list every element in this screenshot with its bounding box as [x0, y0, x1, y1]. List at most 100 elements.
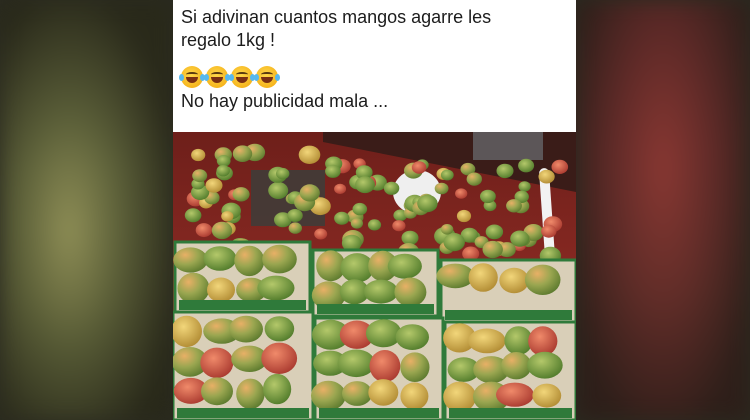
mango-icon: [177, 272, 210, 304]
box-label-strip-icon: [177, 408, 309, 418]
post-caption: Si adivinan cuantos mangos agarre les re…: [179, 6, 571, 113]
mango-icon: [261, 342, 298, 374]
mango-icon: [367, 219, 382, 231]
mango-icon: [311, 380, 346, 411]
mango-icon: [368, 379, 399, 406]
mango-icon: [383, 181, 400, 195]
mango-icon: [499, 267, 529, 294]
mango-icon: [232, 145, 253, 162]
mango-icon: [394, 277, 427, 307]
mango-icon: [400, 352, 430, 382]
caption-line-1: Si adivinan cuantos mangos agarre les: [181, 7, 492, 27]
mango-icon: [443, 233, 465, 252]
post-photo: [173, 132, 576, 420]
mango-icon: [411, 161, 427, 174]
mango-icon: [417, 194, 438, 213]
mango-icon: [257, 275, 295, 301]
mango-icon: [229, 315, 263, 343]
mango-icon: [524, 264, 561, 295]
mango-icon: [211, 221, 233, 240]
mango-icon: [510, 230, 530, 247]
rolling-on-floor-laughing-emoji-icon: [179, 66, 205, 88]
caption-line-2: regalo 1kg !: [181, 30, 276, 50]
mango-icon: [466, 172, 482, 186]
mango-icon: [203, 246, 237, 271]
mango-icon: [236, 378, 265, 410]
box-label-strip-icon: [319, 408, 439, 418]
social-post-card: Si adivinan cuantos mangos agarre les re…: [173, 0, 576, 420]
mango-icon: [314, 228, 328, 240]
mango-icon: [532, 383, 562, 408]
mango-icon: [184, 208, 202, 223]
joy-emoji-icon: [254, 66, 280, 88]
mango-icon: [440, 224, 454, 235]
mango-icon: [482, 240, 503, 259]
mango-icon: [365, 319, 402, 348]
mango-icon: [195, 223, 213, 238]
mangos-in-truck-photo: [173, 132, 576, 420]
mango-icon: [455, 188, 468, 199]
mango-icon: [191, 148, 206, 162]
mango-icon: [352, 202, 368, 216]
mango-icon: [518, 181, 531, 192]
mango-icon: [325, 164, 341, 178]
rolling-on-floor-laughing-emoji-icon: [229, 66, 255, 88]
blurred-background-right: [576, 0, 750, 420]
mango-icon: [527, 351, 563, 379]
mango-icon: [200, 347, 234, 378]
mango-icon: [207, 277, 235, 303]
box-label-strip-icon: [449, 408, 572, 418]
mango-icon: [528, 326, 558, 356]
mango-icon: [350, 218, 363, 229]
mango-icon: [434, 182, 449, 195]
mango-icon: [216, 165, 230, 177]
mango-icon: [334, 211, 350, 225]
mango-icon: [456, 209, 472, 223]
mango-icon: [480, 189, 496, 204]
mango-icon: [201, 377, 233, 406]
mango-icon: [263, 373, 292, 405]
mango-icon: [501, 352, 532, 380]
mango-icon: [440, 169, 454, 181]
mango-icon: [287, 209, 303, 222]
mango-icon: [276, 167, 290, 180]
mango-icon: [541, 224, 557, 238]
mango-icon: [436, 263, 475, 289]
mango-icon: [173, 247, 208, 273]
mango-icon: [342, 381, 373, 406]
mango-icon: [355, 176, 375, 194]
mango-icon: [264, 316, 295, 342]
mango-icon: [443, 381, 476, 413]
caption-line-3: No hay publicidad mala ...: [181, 91, 389, 111]
mango-icon: [205, 178, 223, 193]
mango-icon: [551, 159, 569, 174]
mango-icon: [334, 183, 347, 194]
mango-icon: [538, 169, 555, 184]
mango-icon: [221, 211, 234, 222]
mango-icon: [387, 253, 422, 279]
joy-emoji-icon: [204, 66, 230, 88]
mango-icon: [268, 182, 289, 199]
mango-icon: [299, 184, 320, 202]
mango-icon: [496, 382, 534, 407]
mango-icon: [298, 145, 321, 164]
mango-icon: [401, 230, 419, 246]
emoji-row: [179, 66, 571, 88]
mango-icon: [395, 324, 429, 350]
mango-icon: [369, 350, 401, 382]
mango-icon: [192, 169, 208, 183]
mango-icon: [262, 244, 297, 274]
mango-icon: [485, 224, 504, 240]
box-label-strip-icon: [179, 300, 306, 310]
mango-icon: [496, 163, 514, 179]
cab-window-icon: [473, 132, 543, 160]
cardboard-boxes: [173, 240, 576, 420]
mango-icon: [468, 328, 506, 354]
mango-icon: [337, 349, 376, 378]
video-frame: Si adivinan cuantos mangos agarre les re…: [0, 0, 750, 420]
mango-icon: [232, 187, 250, 202]
box-label-strip-icon: [317, 304, 434, 314]
mango-icon: [288, 222, 302, 234]
box-label-strip-icon: [445, 310, 572, 320]
mango-icon: [400, 382, 429, 410]
